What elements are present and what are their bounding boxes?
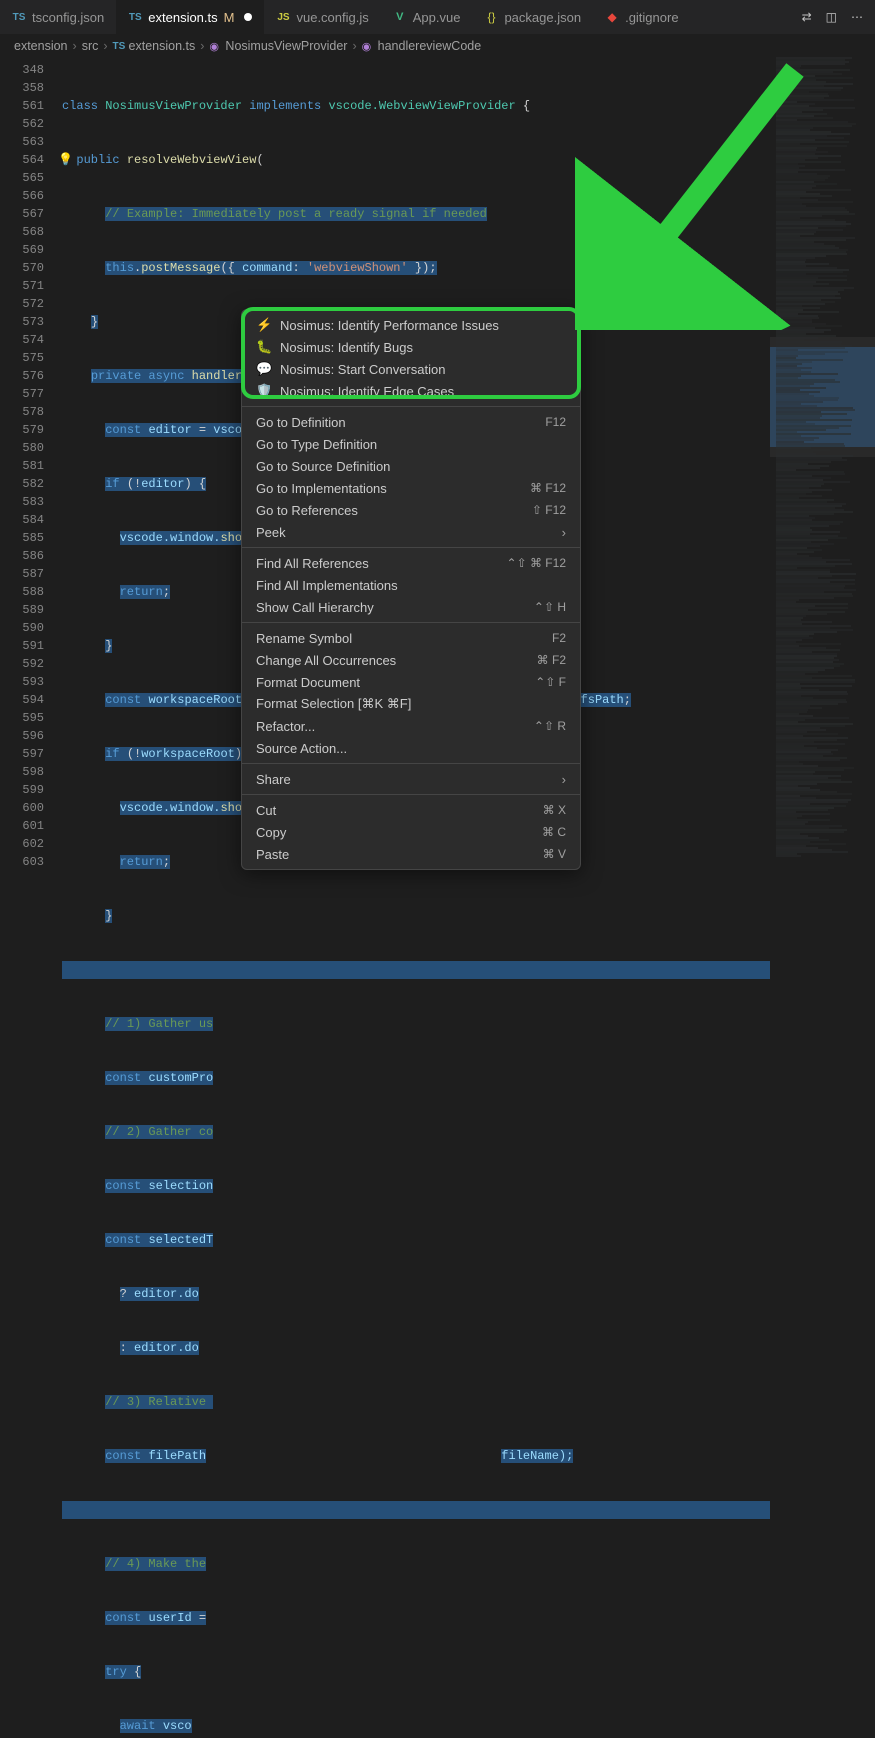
menu-refactor[interactable]: Refactor...⌃⇧ R: [242, 715, 580, 737]
menu-format-document[interactable]: Format Document⌃⇧ F: [242, 671, 580, 693]
split-editor-icon[interactable]: ◫: [826, 10, 837, 25]
menu-separator: [242, 763, 580, 764]
menu-nosimus-edge-cases[interactable]: 🛡️Nosimus: Identify Edge Cases: [242, 380, 580, 402]
menu-source-action[interactable]: Source Action...: [242, 737, 580, 759]
menu-find-all-references[interactable]: Find All References⌃⇧ ⌘ F12: [242, 552, 580, 574]
menu-nosimus-performance[interactable]: ⚡Nosimus: Identify Performance Issues: [242, 314, 580, 336]
tab-label: package.json: [504, 10, 581, 25]
menu-go-to-implementations[interactable]: Go to Implementations⌘ F12: [242, 477, 580, 499]
tab-tsconfig[interactable]: TS tsconfig.json: [0, 0, 116, 34]
menu-separator: [242, 794, 580, 795]
tab-label: vue.config.js: [296, 10, 368, 25]
breadcrumb-part[interactable]: extension.ts: [129, 39, 196, 53]
line-number-gutter: 348 358 561 562 563 564 💡 565 566 567 56…: [0, 57, 62, 869]
bug-icon: 🐛: [256, 339, 272, 355]
ts-icon: TS: [128, 10, 142, 24]
menu-format-selection[interactable]: Format Selection [⌘K ⌘F]: [242, 693, 580, 715]
menu-rename-symbol[interactable]: Rename SymbolF2: [242, 627, 580, 649]
more-icon[interactable]: ⋯: [851, 10, 863, 25]
chevron-right-icon: ›: [100, 39, 110, 53]
menu-paste[interactable]: Paste⌘ V: [242, 843, 580, 865]
breadcrumb-part[interactable]: extension: [14, 39, 68, 53]
menu-show-call-hierarchy[interactable]: Show Call Hierarchy⌃⇧ H: [242, 596, 580, 618]
menu-go-to-type-definition[interactable]: Go to Type Definition: [242, 433, 580, 455]
menu-nosimus-bugs[interactable]: 🐛Nosimus: Identify Bugs: [242, 336, 580, 358]
tab-gitignore[interactable]: ◆ .gitignore: [593, 0, 690, 34]
ts-icon: TS: [113, 41, 127, 52]
menu-separator: [242, 622, 580, 623]
menu-peek[interactable]: Peek›: [242, 521, 580, 543]
vue-icon: V: [393, 10, 407, 24]
compare-icon[interactable]: ⇄: [802, 10, 812, 25]
shield-icon: 🛡️: [256, 383, 272, 399]
tab-suffix: M: [224, 10, 235, 25]
method-icon: ◉: [362, 40, 376, 53]
chevron-right-icon: ›: [562, 525, 566, 540]
js-icon: JS: [276, 10, 290, 24]
menu-find-all-implementations[interactable]: Find All Implementations: [242, 574, 580, 596]
ts-icon: TS: [12, 10, 26, 24]
menu-change-all-occurrences[interactable]: Change All Occurrences⌘ F2: [242, 649, 580, 671]
menu-go-to-definition[interactable]: Go to DefinitionF12: [242, 411, 580, 433]
json-icon: {}: [484, 10, 498, 24]
minimap[interactable]: [770, 57, 875, 869]
chevron-right-icon: ›: [70, 39, 80, 53]
tab-actions: ⇄ ◫ ⋯: [790, 10, 875, 25]
tab-extension-ts[interactable]: TS extension.ts M: [116, 0, 264, 34]
menu-go-to-source-definition[interactable]: Go to Source Definition: [242, 455, 580, 477]
breadcrumb-part[interactable]: handlereviewCode: [378, 39, 482, 53]
git-icon: ◆: [605, 10, 619, 24]
tab-label: App.vue: [413, 10, 461, 25]
menu-copy[interactable]: Copy⌘ C: [242, 821, 580, 843]
tab-label: extension.ts: [148, 10, 217, 25]
tab-app-vue[interactable]: V App.vue: [381, 0, 473, 34]
tab-vue-config[interactable]: JS vue.config.js: [264, 0, 380, 34]
modified-dot-icon: [244, 13, 252, 21]
chevron-right-icon: ›: [349, 39, 359, 53]
menu-share[interactable]: Share›: [242, 768, 580, 790]
editor-tabs-bar: TS tsconfig.json TS extension.ts M JS vu…: [0, 0, 875, 35]
menu-separator: [242, 406, 580, 407]
menu-nosimus-conversation[interactable]: 💬Nosimus: Start Conversation: [242, 358, 580, 380]
tab-label: .gitignore: [625, 10, 678, 25]
context-menu: ⚡Nosimus: Identify Performance Issues 🐛N…: [241, 309, 581, 870]
class-icon: ◉: [209, 40, 223, 53]
chevron-right-icon: ›: [197, 39, 207, 53]
breadcrumb-part[interactable]: src: [82, 39, 99, 53]
breadcrumb[interactable]: extension › src › TS extension.ts › ◉ No…: [0, 35, 875, 57]
menu-go-to-references[interactable]: Go to References⇧ F12: [242, 499, 580, 521]
chevron-right-icon: ›: [562, 772, 566, 787]
bolt-icon: ⚡: [256, 317, 272, 333]
menu-cut[interactable]: Cut⌘ X: [242, 799, 580, 821]
tab-package-json[interactable]: {} package.json: [472, 0, 593, 34]
breadcrumb-part[interactable]: NosimusViewProvider: [225, 39, 347, 53]
tab-label: tsconfig.json: [32, 10, 104, 25]
speech-icon: 💬: [256, 361, 272, 377]
menu-separator: [242, 547, 580, 548]
